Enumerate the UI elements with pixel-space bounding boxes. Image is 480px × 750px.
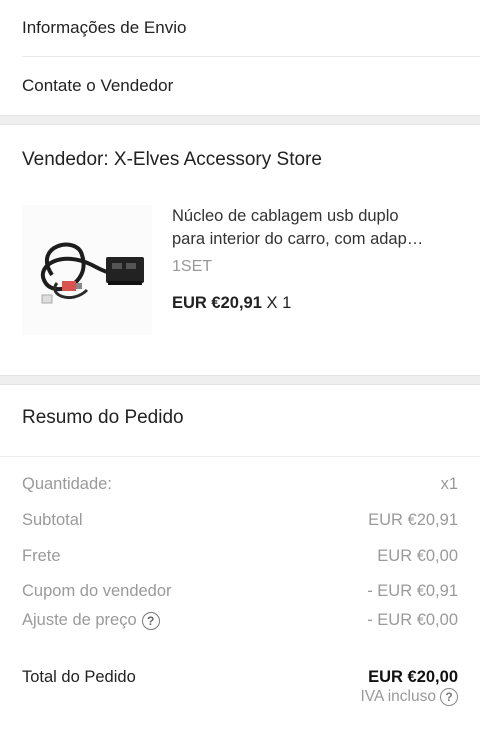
summary-label-wrap: Ajuste de preço? <box>22 611 160 630</box>
product-variant: 1SET <box>172 258 213 275</box>
seller-name[interactable]: Vendedor: X-Elves Accessory Store <box>0 125 480 183</box>
shipping-info-label: Informações de Envio <box>22 18 187 37</box>
seller-section: Vendedor: X-Elves Accessory Store Núcleo… <box>0 125 480 375</box>
order-total-row: Total do Pedido EUR €20,00 IVA incluso? <box>22 668 458 706</box>
summary-label: Cupom do vendedor <box>22 582 172 600</box>
product-info: Núcleo de cablagem usb duplo para interi… <box>172 205 458 375</box>
product-item[interactable]: Núcleo de cablagem usb duplo para interi… <box>0 183 480 375</box>
product-image[interactable] <box>22 205 152 335</box>
summary-label: Frete <box>22 547 61 565</box>
order-total-value: EUR €20,00 <box>368 668 458 686</box>
section-gap <box>0 115 480 125</box>
summary-value: EUR €20,91 <box>368 511 458 529</box>
question-circle-icon[interactable]: ? <box>440 688 458 706</box>
product-name-line2: para interior do carro, com adap… <box>172 230 424 248</box>
tax-note-label: IVA incluso <box>360 688 436 705</box>
order-total-block: EUR €20,00 IVA incluso? <box>360 668 458 706</box>
summary-label: Subtotal <box>22 511 83 529</box>
order-total-label: Total do Pedido <box>22 668 136 686</box>
question-circle-icon[interactable]: ? <box>141 611 160 630</box>
product-name-line1: Núcleo de cablagem usb duplo <box>172 207 399 225</box>
section-gap <box>0 375 480 385</box>
product-quantity: X 1 <box>266 294 292 312</box>
tax-note: IVA incluso? <box>360 688 458 706</box>
summary-row-seller-coupon: Cupom do vendedor - EUR €0,91 <box>22 582 458 601</box>
product-price: EUR €20,91 <box>172 294 262 312</box>
summary-value: - EUR €0,91 <box>367 582 458 600</box>
summary-value: x1 <box>440 475 458 493</box>
product-name[interactable]: Núcleo de cablagem usb duplo para interi… <box>172 205 454 251</box>
order-links-section: Informações de Envio Contate o Vendedor <box>0 0 480 115</box>
summary-label: Ajuste de preço <box>22 611 137 629</box>
order-summary-title: Resumo do Pedido <box>0 385 480 457</box>
contact-seller-label: Contate o Vendedor <box>22 76 174 95</box>
summary-rows: Quantidade: x1 Subtotal EUR €20,91 Frete… <box>0 475 480 706</box>
summary-value: - EUR €0,00 <box>367 611 458 629</box>
summary-row-subtotal: Subtotal EUR €20,91 <box>22 511 458 530</box>
summary-value: EUR €0,00 <box>377 547 458 565</box>
summary-row-quantity: Quantidade: x1 <box>22 475 458 494</box>
order-summary-section: Resumo do Pedido Quantidade: x1 Subtotal… <box>0 385 480 706</box>
product-price-line: EUR €20,91 X 1 <box>172 294 458 313</box>
shipping-info-link[interactable]: Informações de Envio <box>0 0 480 56</box>
summary-row-shipping: Frete EUR €0,00 <box>22 547 458 566</box>
contact-seller-link[interactable]: Contate o Vendedor <box>0 57 480 115</box>
usb-harness-image <box>22 205 152 335</box>
summary-row-price-adjustment: Ajuste de preço? - EUR €0,00 <box>22 611 458 630</box>
summary-label: Quantidade: <box>22 475 112 493</box>
